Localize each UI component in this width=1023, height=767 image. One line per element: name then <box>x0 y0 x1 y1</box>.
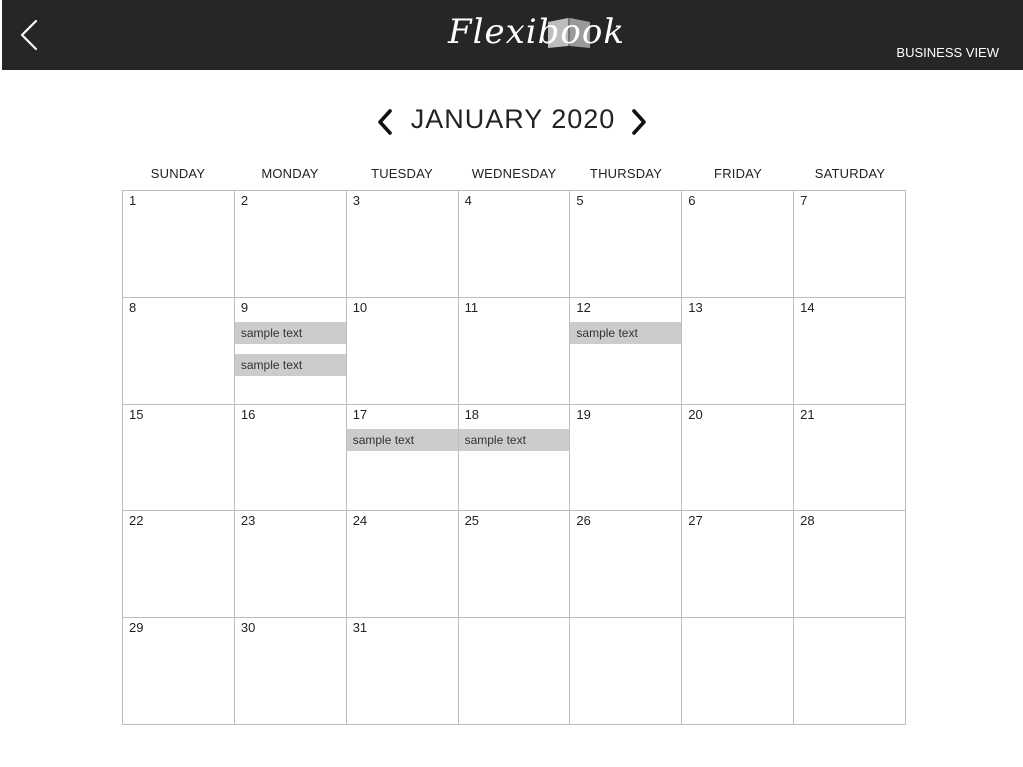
day-number: 31 <box>352 620 368 636</box>
weekday-label: FRIDAY <box>714 166 762 181</box>
day-number: 19 <box>576 406 591 422</box>
day-cell[interactable]: 5 <box>570 191 683 298</box>
day-cell[interactable] <box>682 618 795 725</box>
event-item[interactable]: sample text <box>458 428 570 451</box>
day-cell[interactable]: 1 <box>123 191 235 298</box>
day-number: 8 <box>129 299 137 315</box>
day-cell[interactable]: 15 <box>123 404 235 512</box>
day-number: 7 <box>800 193 808 208</box>
calendar-grid: 1 2 3 4 5 6 7 8 9 sample text sample text 10 11 12 sam… <box>122 190 906 725</box>
day-cell[interactable]: 18 sample text <box>458 404 571 512</box>
day-cell[interactable]: 13 <box>682 297 795 405</box>
day-number: 13 <box>688 299 703 315</box>
day-cell[interactable]: 27 <box>682 511 795 619</box>
day-cell[interactable]: 24 <box>346 511 459 619</box>
day-cell[interactable]: 30 <box>234 618 347 725</box>
event-item[interactable]: sample text <box>234 353 346 376</box>
day-number: 22 <box>129 513 144 529</box>
event-item[interactable]: sample text <box>346 428 458 451</box>
weekday-label: TUESDAY <box>371 166 433 181</box>
day-cell[interactable]: 21 <box>794 404 906 512</box>
day-number: 27 <box>688 513 703 529</box>
day-number: 28 <box>800 513 815 529</box>
event-list: sample text sample text <box>234 321 346 386</box>
day-cell[interactable]: 28 <box>794 511 906 619</box>
day-cell[interactable]: 3 <box>346 191 459 298</box>
top-bar: Flexibook BUSINESS VIEW <box>2 0 1023 70</box>
day-number: 3 <box>352 193 360 208</box>
day-number: 11 <box>464 299 479 315</box>
month-title: JANUARY 2020 <box>410 104 616 134</box>
day-cell[interactable]: 12 sample text <box>570 297 683 405</box>
weekday-label: SUNDAY <box>150 166 206 181</box>
day-cell[interactable]: 6 <box>682 191 795 298</box>
day-number: 23 <box>240 513 256 529</box>
day-number: 1 <box>129 193 137 208</box>
day-cell[interactable]: 11 <box>458 297 571 405</box>
day-cell[interactable]: 17 sample text <box>346 404 459 512</box>
day-cell[interactable]: 25 <box>458 511 571 619</box>
event-item[interactable]: sample text <box>234 321 346 344</box>
day-number: 24 <box>352 513 368 529</box>
day-cell[interactable]: 4 <box>458 191 571 298</box>
day-number: 2 <box>240 193 249 208</box>
day-cell[interactable]: 31 <box>346 618 459 725</box>
event-list: sample text <box>570 321 682 354</box>
day-cell[interactable]: 20 <box>682 404 795 512</box>
day-number: 12 <box>576 299 591 315</box>
day-cell[interactable]: 19 <box>570 404 683 512</box>
day-cell[interactable]: 16 <box>234 404 347 512</box>
day-number: 15 <box>129 406 144 422</box>
event-item[interactable]: sample text <box>570 321 682 344</box>
day-number: 30 <box>240 620 256 636</box>
day-number: 21 <box>800 406 815 422</box>
month-navigation: JANUARY 2020 <box>0 100 1023 144</box>
day-number: 16 <box>240 406 256 422</box>
day-cell[interactable]: 14 <box>794 297 906 405</box>
app-logo: Flexibook <box>442 8 624 60</box>
chevron-left-icon <box>20 19 38 51</box>
day-number: 9 <box>240 299 249 315</box>
back-button[interactable] <box>16 18 42 52</box>
event-list: sample text <box>346 428 458 461</box>
day-cell[interactable]: 22 <box>123 511 235 619</box>
day-cell[interactable] <box>794 618 906 725</box>
chevron-left-icon <box>378 109 392 135</box>
event-list: sample text <box>458 428 570 461</box>
day-number: 20 <box>688 406 703 422</box>
day-cell[interactable]: 7 <box>794 191 906 298</box>
weekday-label: WEDNESDAY <box>471 166 557 181</box>
day-cell[interactable]: 9 sample text sample text <box>234 297 347 405</box>
weekday-label: MONDAY <box>261 166 319 181</box>
weekday-label: SATURDAY <box>814 166 886 181</box>
day-number: 10 <box>352 299 368 315</box>
weekday-header-row: SUNDAY MONDAY TUESDAY WEDNESDAY THURSDAY… <box>122 166 906 186</box>
day-number: 25 <box>464 513 480 529</box>
weekday-label: THURSDAY <box>589 166 663 181</box>
day-cell[interactable]: 29 <box>123 618 235 725</box>
business-view-link[interactable]: BUSINESS VIEW <box>896 45 999 60</box>
day-number: 29 <box>129 620 144 636</box>
day-number: 17 <box>352 406 368 422</box>
day-number: 26 <box>576 513 591 529</box>
day-cell[interactable]: 10 <box>346 297 459 405</box>
next-month-button[interactable] <box>628 108 650 136</box>
day-cell[interactable]: 2 <box>234 191 347 298</box>
day-number: 6 <box>688 193 696 208</box>
logo-text: Flexibook <box>448 12 625 52</box>
day-number: 18 <box>464 406 480 422</box>
day-cell[interactable]: 23 <box>234 511 347 619</box>
day-cell[interactable] <box>570 618 683 725</box>
day-cell[interactable] <box>458 618 571 725</box>
day-number: 14 <box>800 299 815 315</box>
chevron-right-icon <box>632 109 646 135</box>
day-number: 5 <box>576 193 584 208</box>
previous-month-button[interactable] <box>374 108 396 136</box>
day-cell[interactable]: 26 <box>570 511 683 619</box>
day-number: 4 <box>464 193 472 208</box>
day-cell[interactable]: 8 <box>123 297 235 405</box>
